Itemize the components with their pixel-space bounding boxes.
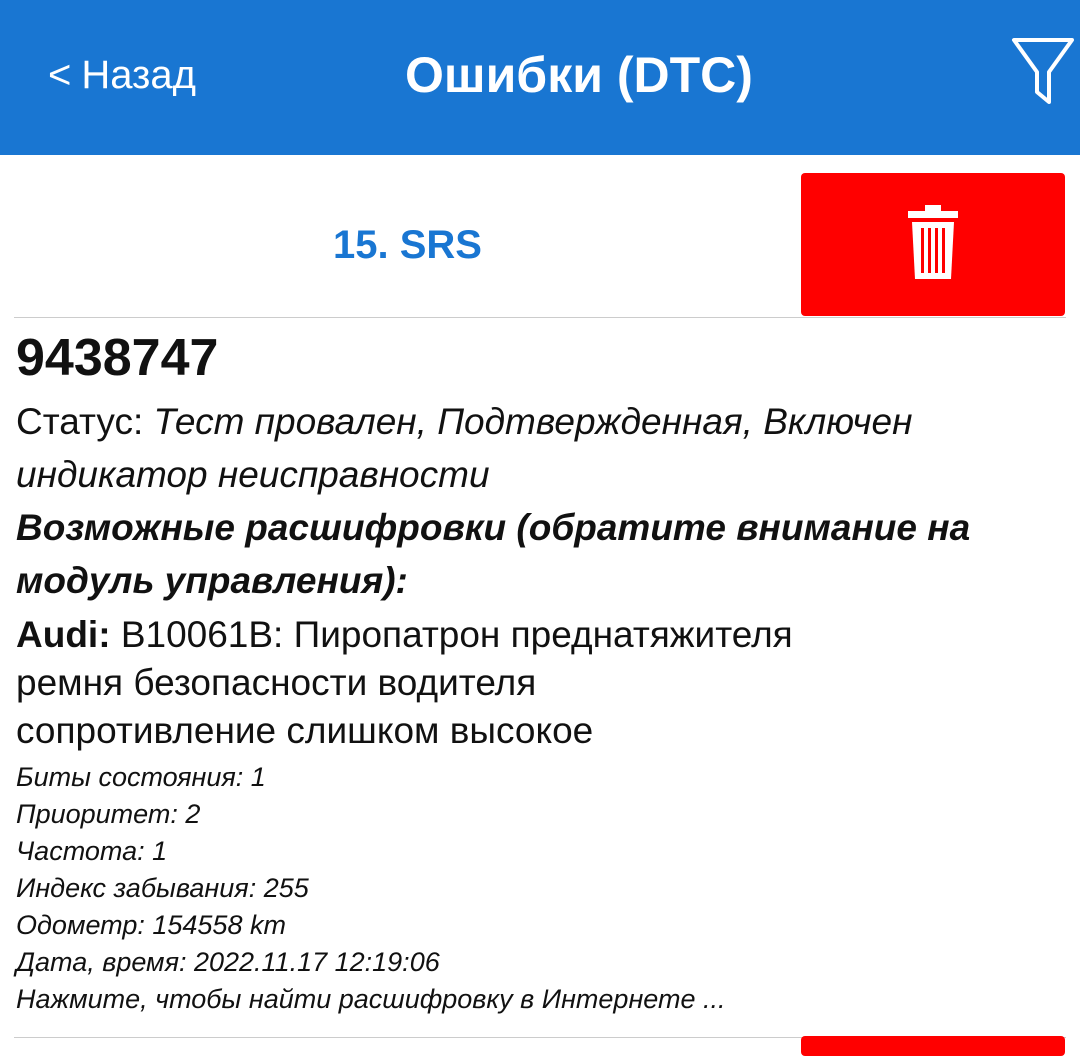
detail-status-bits: Биты состояния: 1 xyxy=(16,762,266,792)
detail-odometer: Одометр: 154558 km xyxy=(16,910,286,940)
decode-brand: Audi: xyxy=(16,614,111,655)
top-bar: < Назад Ошибки (DTC) xyxy=(0,0,1080,155)
decode-line-1: B10061B: Пиропатрон преднатяжителя xyxy=(120,614,793,655)
search-online-link[interactable]: Нажмите, чтобы найти расшифровку в Интер… xyxy=(16,981,1066,1018)
divider xyxy=(14,317,1066,318)
decode-heading: Возможные расшифровки (обратите внимание… xyxy=(16,507,971,601)
filter-button[interactable] xyxy=(1004,30,1080,110)
dtc-code: 9438747 xyxy=(16,329,219,387)
detail-priority: Приоритет: 2 xyxy=(16,799,201,829)
decode-line-2: ремня безопасности водителя xyxy=(16,662,537,703)
next-delete-button[interactable] xyxy=(801,1036,1065,1056)
chevron-left-icon: < xyxy=(48,52,72,97)
status-value: Тест провален, Подтвержденная, Включен и… xyxy=(16,401,913,495)
module-header: 15. SRS xyxy=(0,155,1080,318)
back-button[interactable]: < Назад xyxy=(48,50,196,100)
detail-forget-index: Индекс забывания: 255 xyxy=(16,873,309,903)
module-title: 15. SRS xyxy=(333,223,482,267)
page-title: Ошибки (DTC) xyxy=(405,47,753,103)
detail-datetime: Дата, время: 2022.11.17 12:19:06 xyxy=(16,947,440,977)
detail-frequency: Частота: 1 xyxy=(16,836,168,866)
dtc-status: Статус: Тест провален, Подтвержденная, В… xyxy=(16,395,1066,501)
filter-funnel-icon xyxy=(1012,38,1074,104)
dtc-details: Биты состояния: 1 Приоритет: 2 Частота: … xyxy=(16,759,1066,1018)
back-button-label: Назад xyxy=(81,52,196,97)
delete-button[interactable] xyxy=(801,173,1065,316)
trash-icon xyxy=(908,205,958,279)
dtc-entry[interactable]: 9438747 Статус: Тест провален, Подтвержд… xyxy=(16,325,1066,1018)
decode-description: Audi: B10061B: Пиропатрон преднатяжителя… xyxy=(16,611,1066,755)
decode-line-3: сопротивление слишком высокое xyxy=(16,710,594,751)
status-label: Статус: xyxy=(16,401,144,442)
